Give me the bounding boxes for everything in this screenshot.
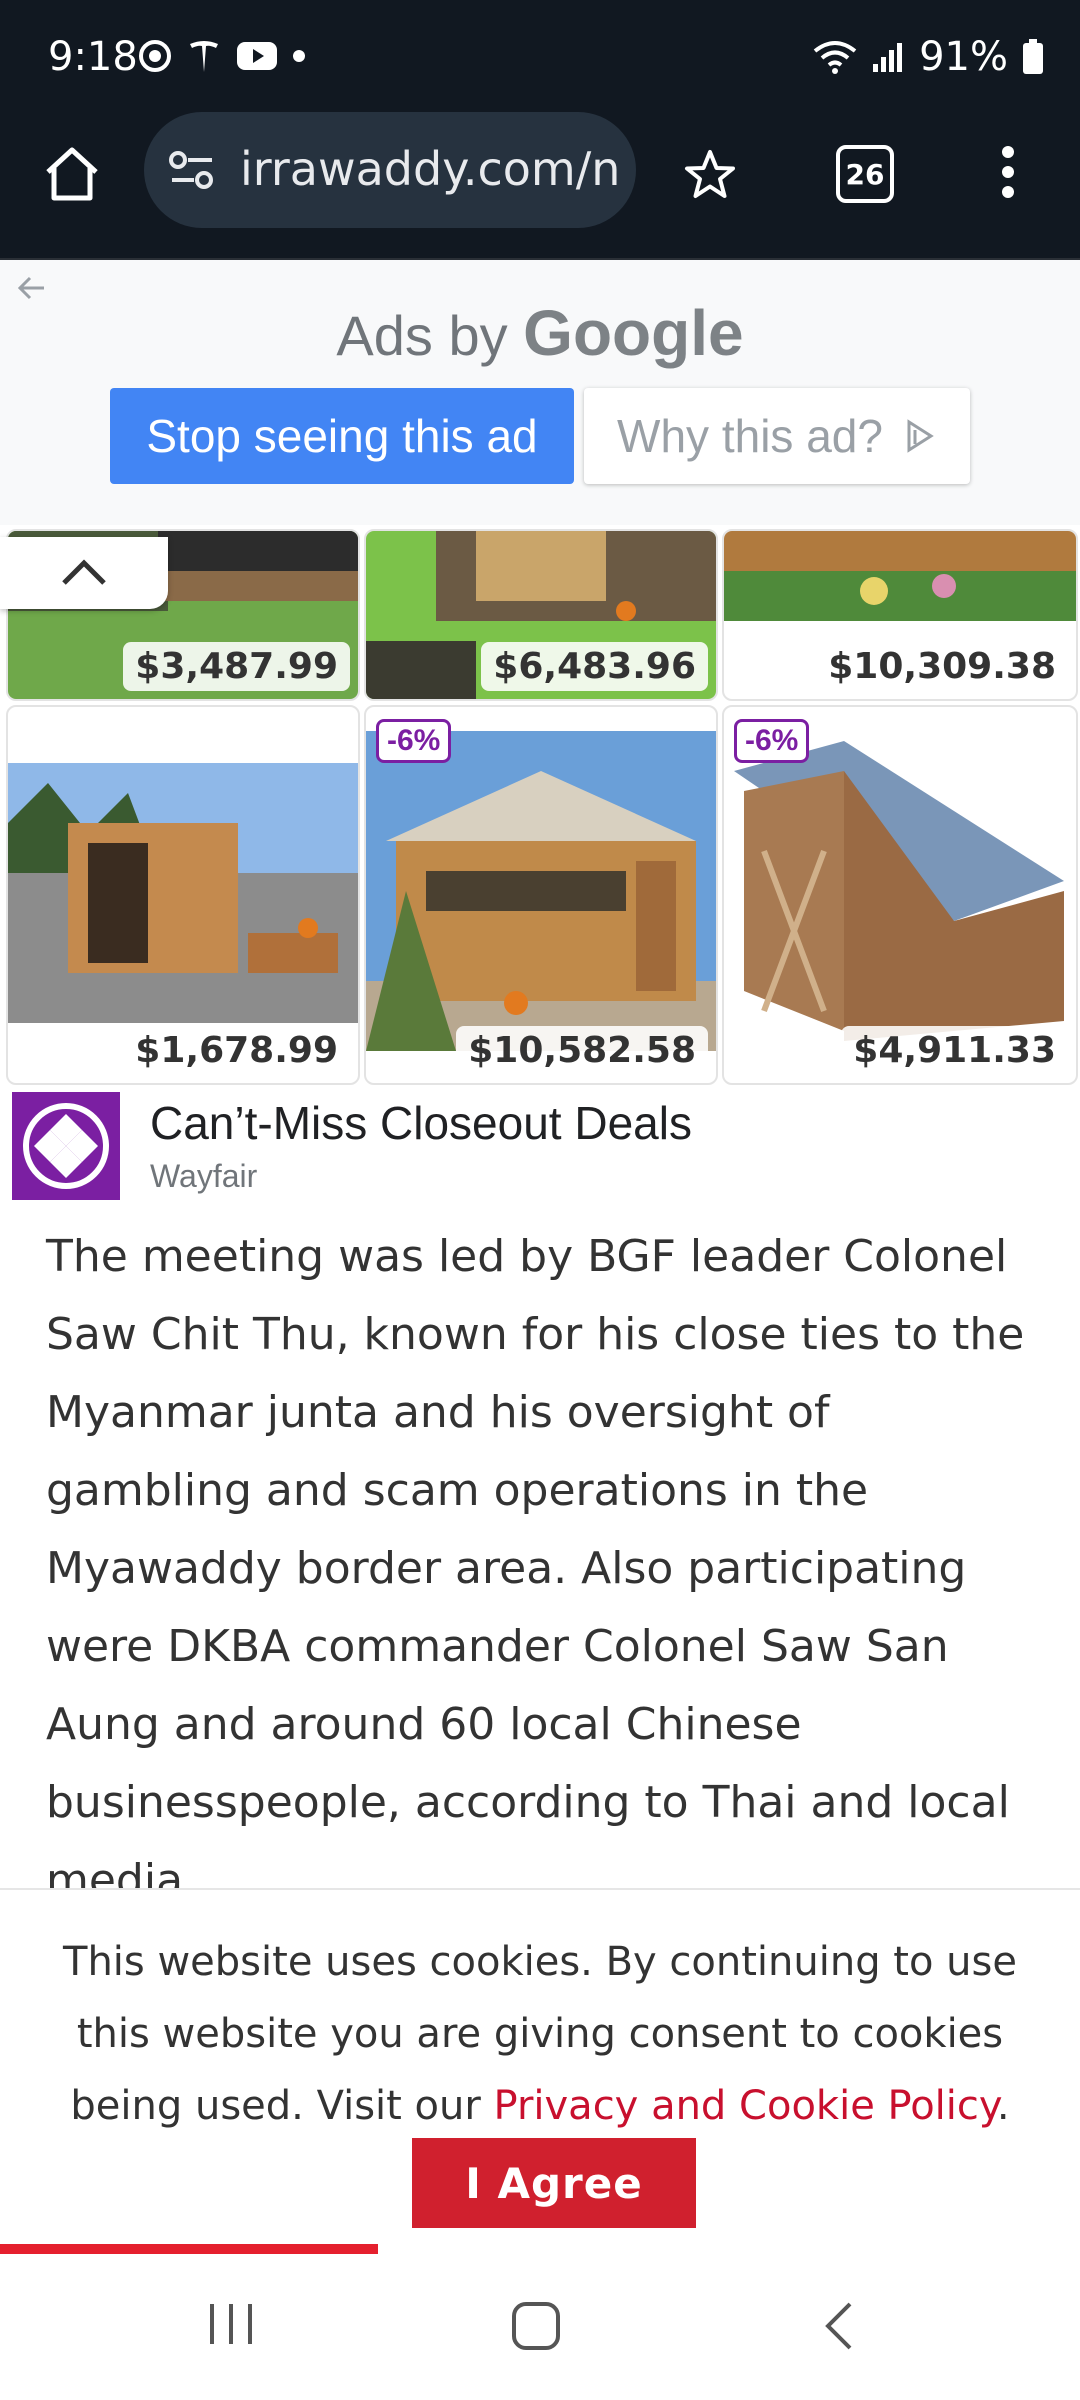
product-price: $10,309.38	[816, 642, 1068, 691]
home-icon[interactable]	[40, 142, 104, 206]
article-paragraph: The meeting was led by BGF leader Colone…	[46, 1231, 1025, 1906]
product-price: $4,911.33	[841, 1026, 1068, 1075]
ads-by-google: Ads by Google	[0, 296, 1080, 370]
ad-title[interactable]: Can’t-Miss Closeout Deals	[150, 1096, 692, 1150]
advertiser-name: Wayfair	[150, 1158, 258, 1194]
product-card[interactable]: $10,309.38	[722, 529, 1078, 701]
wayfair-logo-icon	[23, 1103, 109, 1189]
ad-header: Ads by Google Stop seeing this ad Why th…	[0, 260, 1080, 525]
youtube-icon	[237, 42, 277, 70]
home-button-icon[interactable]	[510, 2300, 562, 2352]
battery-percent: 91%	[919, 34, 1008, 80]
wifi-icon	[813, 41, 857, 74]
product-price: $10,582.58	[456, 1026, 708, 1075]
page-progress-bar	[0, 2244, 1080, 2254]
discount-badge: -6%	[734, 719, 810, 763]
target-icon	[139, 40, 171, 72]
cookie-message: This website uses cookies. By continuing…	[40, 1926, 1040, 2142]
url-bar[interactable]: irrawaddy.com/ne	[144, 112, 636, 228]
shed-image	[724, 531, 1076, 621]
tabs-icon[interactable]: 26	[836, 145, 894, 203]
tab-count: 26	[845, 157, 885, 191]
url-text[interactable]: irrawaddy.com/ne	[240, 142, 620, 196]
why-this-ad-label: Why this ad?	[617, 410, 883, 462]
wayfair-logo[interactable]	[12, 1092, 120, 1200]
why-this-ad-button[interactable]: Why this ad?	[584, 388, 970, 484]
system-nav-bar	[0, 2254, 1080, 2400]
stop-seeing-ad-button[interactable]: Stop seeing this ad	[110, 388, 574, 484]
more-icon[interactable]	[996, 144, 1020, 200]
recents-icon[interactable]	[204, 2300, 258, 2348]
progress-fill	[0, 2244, 378, 2254]
ad-choices-icon	[907, 419, 934, 453]
product-card[interactable]: -6% $10,582.58	[364, 705, 718, 1085]
agree-label: I Agree	[465, 2158, 643, 2208]
product-card[interactable]: $1,678.99	[6, 705, 360, 1085]
product-card[interactable]: -6% $4,911.33	[722, 705, 1078, 1085]
product-grid: $3,487.99 $6,483.96 $10,309.38 $1,678.99…	[0, 525, 1080, 1085]
cookie-banner: This website uses cookies. By continuing…	[0, 1888, 1080, 2254]
status-bar: 9:18 91%	[0, 0, 1080, 118]
agree-button[interactable]: I Agree	[412, 2138, 696, 2228]
discount-badge: -6%	[376, 719, 452, 763]
stop-seeing-ad-label: Stop seeing this ad	[146, 410, 538, 462]
shed-image	[724, 731, 1076, 1051]
google-logo: Google	[523, 297, 744, 369]
shed-image	[8, 763, 358, 1023]
star-icon[interactable]	[682, 148, 738, 202]
product-card[interactable]: $6,483.96	[364, 529, 718, 701]
site-settings-icon[interactable]	[168, 150, 216, 190]
product-price: $1,678.99	[123, 1026, 350, 1075]
tesla-icon	[190, 41, 218, 72]
collapse-ad-button[interactable]	[0, 537, 168, 609]
dot-icon	[293, 50, 305, 62]
cookie-text-end: .	[996, 2083, 1010, 2129]
battery-icon	[1023, 39, 1043, 74]
back-icon[interactable]	[822, 2300, 856, 2352]
privacy-policy-link[interactable]: Privacy and Cookie Policy	[494, 2083, 997, 2129]
shed-image	[366, 731, 716, 1051]
product-price: $3,487.99	[123, 642, 350, 691]
status-time: 9:18	[48, 34, 138, 80]
product-price: $6,483.96	[481, 642, 708, 691]
chevron-up-icon	[62, 559, 106, 585]
signal-icon	[873, 43, 903, 72]
ads-by-label: Ads by	[336, 304, 508, 367]
